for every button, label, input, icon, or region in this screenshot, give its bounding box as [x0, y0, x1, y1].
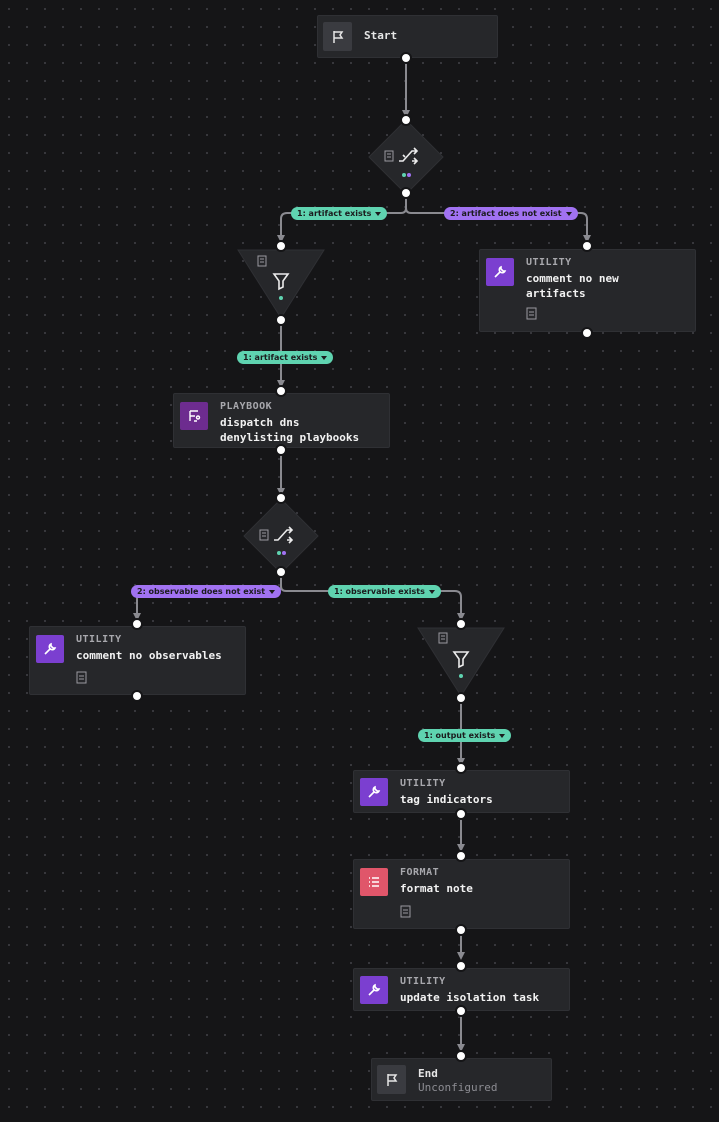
- note-icon: [400, 905, 411, 918]
- list-icon: [360, 868, 388, 896]
- node-name: update isolation task: [400, 991, 540, 1004]
- output-port[interactable]: [581, 327, 593, 339]
- note-icon: [76, 671, 87, 684]
- node-type-label: UTILITY: [526, 257, 572, 268]
- input-port[interactable]: [131, 618, 143, 630]
- input-port[interactable]: [581, 240, 593, 252]
- end-label: End: [418, 1067, 438, 1080]
- node-type-label: UTILITY: [400, 778, 446, 789]
- status-dot-green: [402, 173, 406, 177]
- condition-badge[interactable]: 1: observable exists: [328, 585, 441, 598]
- wrench-icon: [486, 258, 514, 286]
- playbook-node-dispatch-dns[interactable]: PLAYBOOK dispatch dns denylisting playbo…: [173, 393, 390, 448]
- input-port[interactable]: [455, 850, 467, 862]
- filter-node-2[interactable]: [416, 626, 506, 698]
- status-dot-purple: [282, 551, 286, 555]
- node-type-label: UTILITY: [76, 634, 122, 645]
- node-name: comment no observables: [76, 649, 222, 662]
- connection-wires: [133, 58, 591, 1052]
- node-name: tag indicators: [400, 793, 493, 806]
- condition-badge[interactable]: 2: observable does not exist: [131, 585, 282, 598]
- node-name: dispatch dns denylisting playbooks: [220, 416, 360, 444]
- condition-badge[interactable]: 1: artifact exists: [291, 207, 388, 220]
- input-port[interactable]: [275, 385, 287, 397]
- node-name: comment no new artifacts: [526, 272, 619, 300]
- output-port[interactable]: [131, 690, 143, 702]
- output-port[interactable]: [400, 187, 412, 199]
- input-port[interactable]: [400, 114, 412, 126]
- status-dot-green: [459, 674, 463, 678]
- decision-node-2[interactable]: [241, 496, 321, 576]
- condition-badge[interactable]: 2: artifact does not exist: [444, 207, 578, 220]
- node-type-label: PLAYBOOK: [220, 401, 273, 412]
- status-dot-green: [279, 296, 283, 300]
- utility-node-comment-no-observables[interactable]: UTILITY comment no observables: [29, 626, 246, 695]
- wrench-icon: [36, 635, 64, 663]
- input-port[interactable]: [275, 240, 287, 252]
- decision-node-1[interactable]: [366, 117, 446, 197]
- format-node-format-note[interactable]: FORMAT format note: [353, 859, 570, 929]
- playbook-icon: [180, 402, 208, 430]
- note-icon: [526, 307, 537, 320]
- flag-icon: [377, 1065, 406, 1094]
- output-port[interactable]: [275, 566, 287, 578]
- wrench-icon: [360, 778, 388, 806]
- filter-node-1[interactable]: [236, 248, 326, 320]
- node-type-label: FORMAT: [400, 867, 440, 878]
- output-port[interactable]: [455, 808, 467, 820]
- input-port[interactable]: [455, 1050, 467, 1062]
- status-dot-green: [277, 551, 281, 555]
- output-port[interactable]: [455, 924, 467, 936]
- utility-node-tag-indicators[interactable]: UTILITY tag indicators: [353, 770, 570, 813]
- end-node[interactable]: End Unconfigured: [371, 1058, 552, 1101]
- output-port[interactable]: [455, 1005, 467, 1017]
- output-port[interactable]: [275, 314, 287, 326]
- output-port[interactable]: [455, 692, 467, 704]
- condition-badge[interactable]: 1: output exists: [418, 729, 512, 742]
- status-dot-purple: [407, 173, 411, 177]
- node-type-label: UTILITY: [400, 976, 446, 987]
- input-port[interactable]: [455, 960, 467, 972]
- utility-node-comment-no-new-artifacts[interactable]: UTILITY comment no new artifacts: [479, 249, 696, 332]
- node-name: format note: [400, 882, 473, 895]
- input-port[interactable]: [275, 492, 287, 504]
- start-label: Start: [364, 29, 398, 42]
- flag-icon: [323, 22, 352, 51]
- condition-badge[interactable]: 1: artifact exists: [237, 351, 334, 364]
- input-port[interactable]: [455, 618, 467, 630]
- input-port[interactable]: [455, 762, 467, 774]
- output-port[interactable]: [275, 444, 287, 456]
- end-status: Unconfigured: [418, 1081, 498, 1094]
- wrench-icon: [360, 976, 388, 1004]
- output-port[interactable]: [400, 52, 412, 64]
